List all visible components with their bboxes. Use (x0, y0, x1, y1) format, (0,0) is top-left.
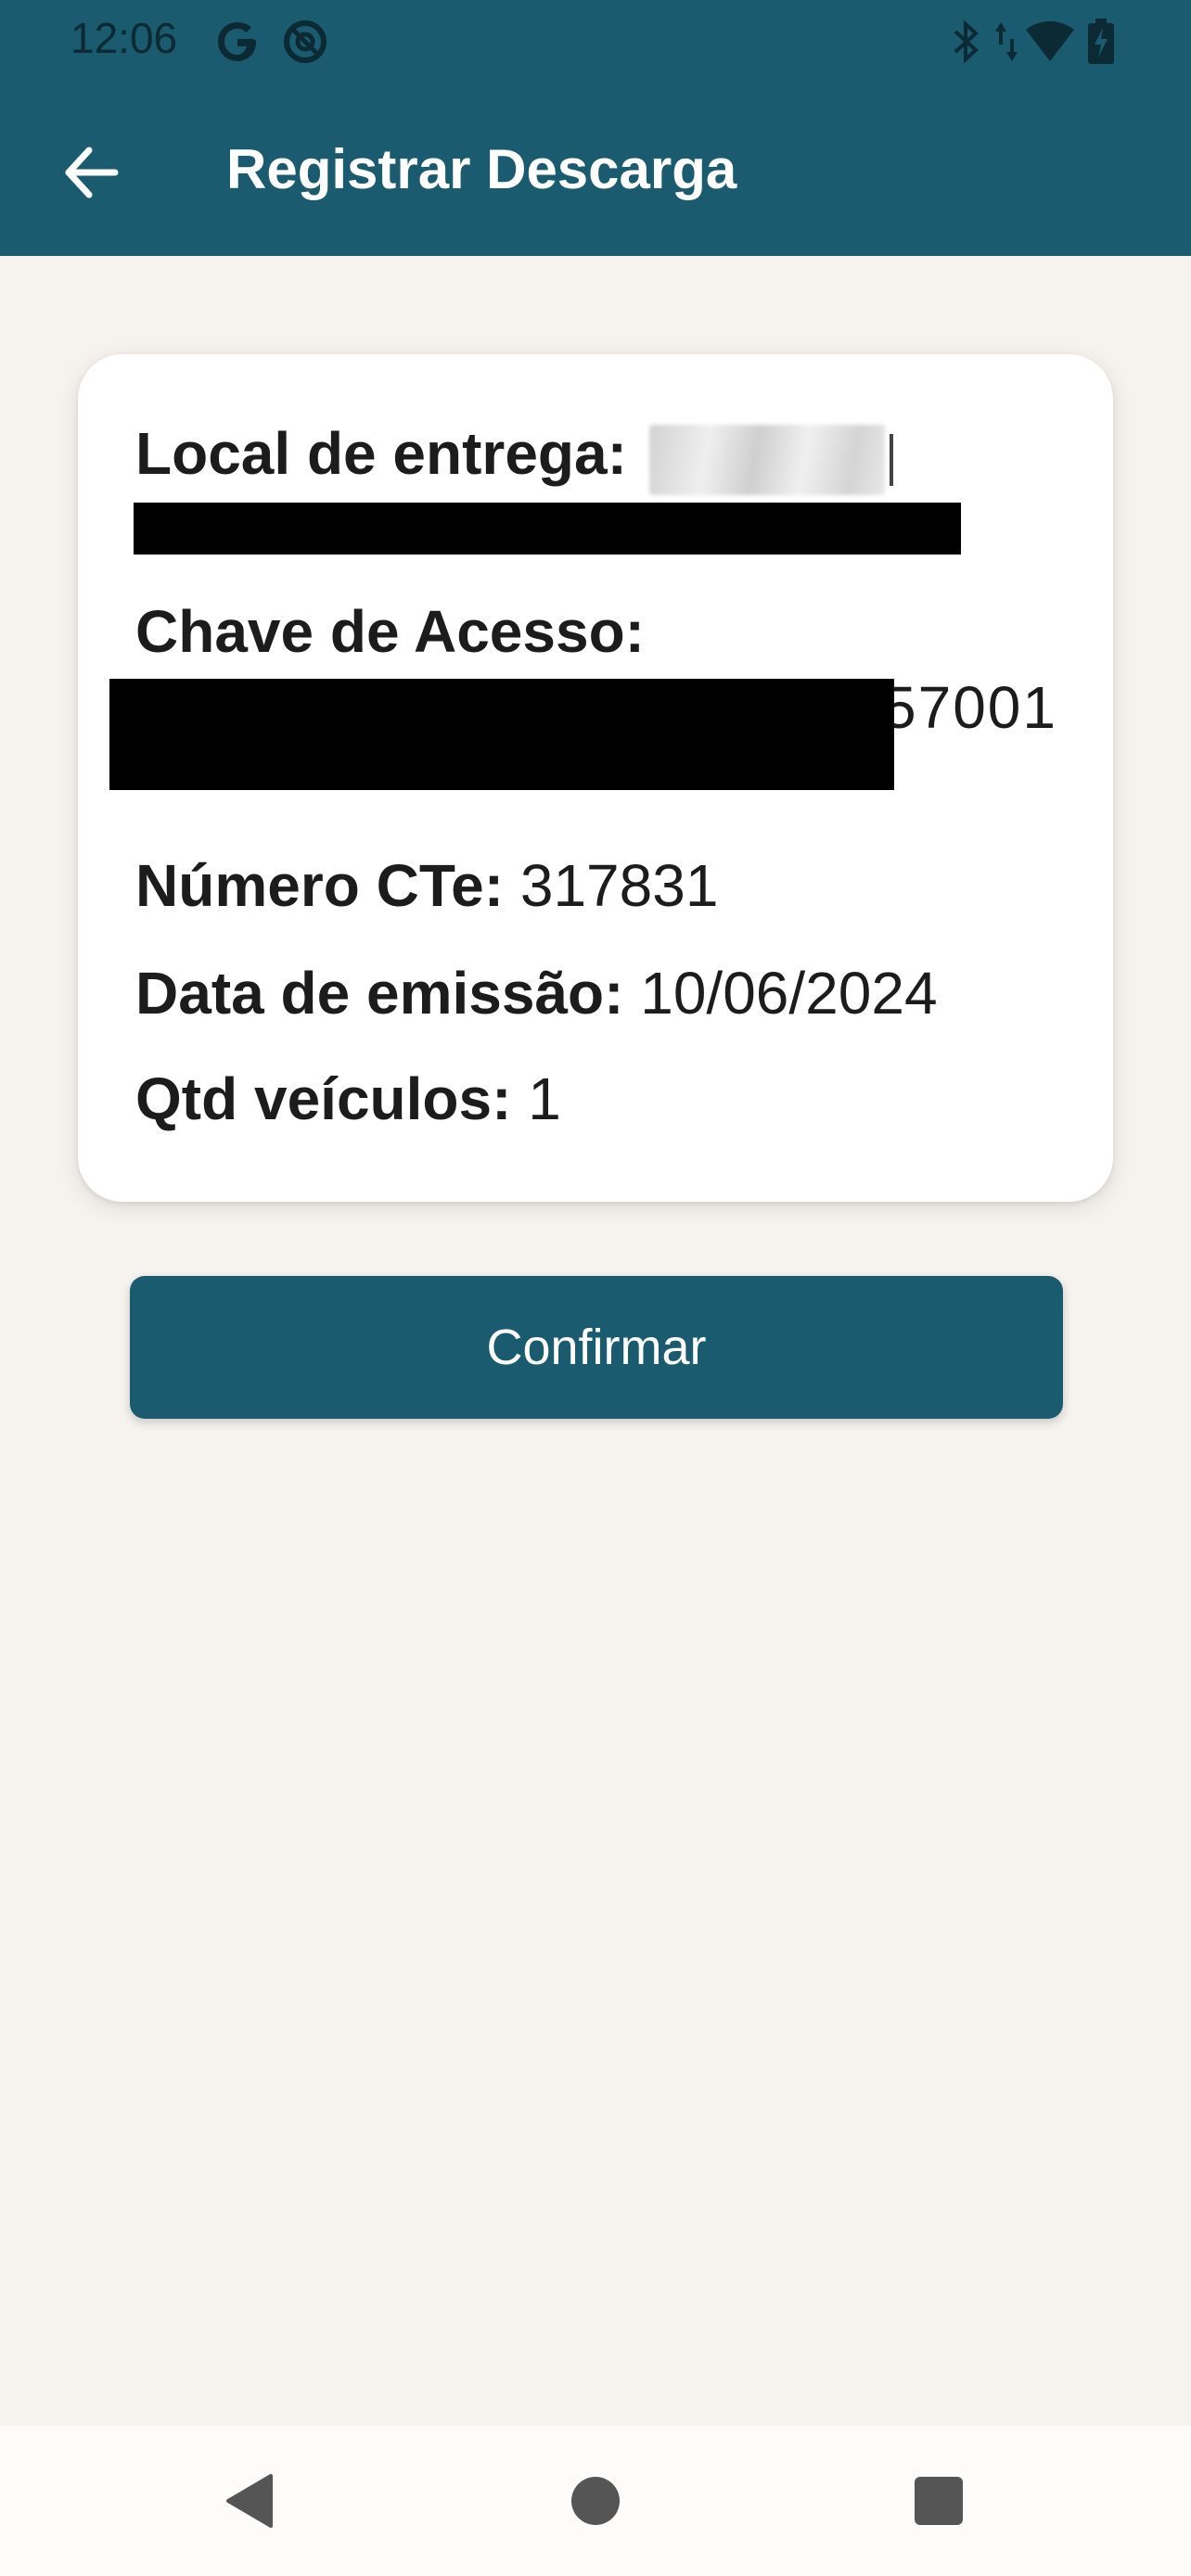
data-emissao-label: Data de emissão: (135, 960, 624, 1027)
chave-acesso-label: Chave de Acesso: (135, 598, 645, 665)
arrow-left-icon (65, 147, 119, 198)
nav-back-button[interactable] (176, 2426, 325, 2576)
status-time: 12:06 (70, 14, 178, 62)
chave-acesso-redaction (109, 679, 894, 790)
chave-acesso-row: Chave de Acesso: (135, 597, 645, 666)
data-arrows-icon (994, 19, 1018, 70)
chave-acesso-line-1: 57001 (883, 674, 1057, 741)
nav-home-button[interactable] (521, 2426, 670, 2576)
page-title: Registrar Descarga (226, 138, 737, 200)
home-circle-icon (571, 2477, 620, 2525)
qtd-veiculos-value: 1 (528, 1065, 561, 1132)
confirm-button[interactable]: Confirmar (130, 1276, 1063, 1419)
status-bar: 12:06 (0, 0, 1191, 83)
local-entrega-row: Local de entrega: (135, 419, 627, 488)
qtd-veiculos-label: Qtd veículos: (135, 1065, 512, 1132)
wifi-icon (1024, 19, 1076, 70)
back-button[interactable] (46, 128, 135, 217)
data-emissao-value: 10/06/2024 (640, 960, 938, 1027)
local-entrega-separator (890, 434, 893, 486)
app-bar: Registrar Descarga (0, 83, 1191, 256)
local-entrega-label: Local de entrega: (135, 420, 627, 487)
bluetooth-icon (950, 19, 981, 70)
delivery-info-card: Local de entrega: Chave de Acesso: 57001… (78, 354, 1113, 1202)
numero-cte-value: 317831 (519, 852, 719, 919)
numero-cte-row: Número CTe: 317831 (135, 851, 718, 920)
recents-square-icon (915, 2477, 963, 2525)
nav-recents-button[interactable] (864, 2426, 1013, 2576)
do-not-disturb-icon (282, 19, 328, 70)
app-header: 12:06 Registrar Descarga (0, 0, 1191, 256)
confirm-button-label: Confirmar (486, 1320, 707, 1375)
google-icon (215, 19, 260, 70)
local-entrega-redaction (134, 503, 961, 555)
numero-cte-label: Número CTe: (135, 852, 505, 919)
battery-charging-icon (1087, 19, 1115, 70)
system-nav-bar (0, 2426, 1191, 2576)
data-emissao-row: Data de emissão: 10/06/2024 (135, 959, 938, 1027)
back-triangle-icon (226, 2474, 273, 2528)
qtd-veiculos-row: Qtd veículos: 1 (135, 1065, 561, 1133)
local-entrega-blurred-value (649, 425, 885, 495)
